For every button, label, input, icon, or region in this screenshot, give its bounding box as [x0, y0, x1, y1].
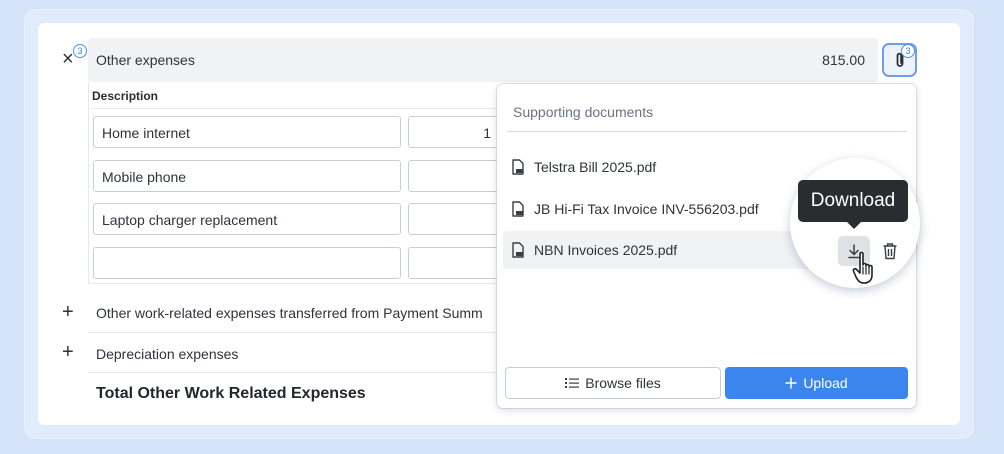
section-label: Other expenses [96, 52, 195, 68]
trash-icon [883, 243, 897, 260]
description-field-4[interactable] [93, 247, 401, 279]
document-name: JB Hi-Fi Tax Invoice INV-556203.pdf [534, 201, 759, 217]
expand-plus-icon[interactable]: + [62, 302, 74, 322]
upload-button[interactable]: Upload [725, 367, 908, 399]
document-name: NBN Invoices 2025.pdf [534, 242, 678, 258]
amount-field-2[interactable] [408, 160, 500, 192]
download-tooltip: Download [798, 180, 908, 229]
description-field-3[interactable]: Laptop charger replacement [93, 203, 401, 235]
table-header-divider [88, 108, 498, 109]
amount-field-4[interactable] [408, 247, 500, 279]
amount-field-1[interactable]: 1 [408, 116, 500, 148]
collapsed-row-label[interactable]: Depreciation expenses [96, 346, 238, 362]
list-icon [565, 378, 580, 388]
row-divider [88, 332, 498, 333]
popover-title: Supporting documents [513, 104, 654, 120]
description-field-2[interactable]: Mobile phone [93, 160, 401, 192]
hand-pointer-icon [852, 251, 873, 284]
browse-files-label: Browse files [585, 375, 661, 391]
pdf-file-icon [512, 201, 524, 217]
plus-icon [785, 377, 798, 389]
other-expenses-header[interactable]: Other expenses 815.00 [88, 38, 878, 82]
section-amount: 815.00 [822, 52, 865, 68]
total-label: Total Other Work Related Expenses [96, 385, 366, 402]
upload-label: Upload [803, 375, 848, 391]
document-name: Telstra Bill 2025.pdf [534, 159, 657, 175]
expand-plus-icon[interactable]: + [62, 342, 74, 362]
attachment-count-badge: 3 [901, 44, 915, 58]
collapsed-row-label[interactable]: Other work-related expenses transferred … [96, 305, 483, 321]
description-field-1[interactable]: Home internet [93, 116, 401, 148]
pdf-file-icon [512, 242, 524, 258]
browse-files-button[interactable]: Browse files [505, 367, 721, 399]
row-divider [88, 372, 498, 373]
description-column-header: Description [92, 89, 159, 103]
pdf-file-icon [512, 159, 524, 175]
popover-divider [507, 131, 907, 132]
amount-field-3[interactable] [408, 203, 500, 235]
count-badge: 3 [73, 44, 87, 58]
